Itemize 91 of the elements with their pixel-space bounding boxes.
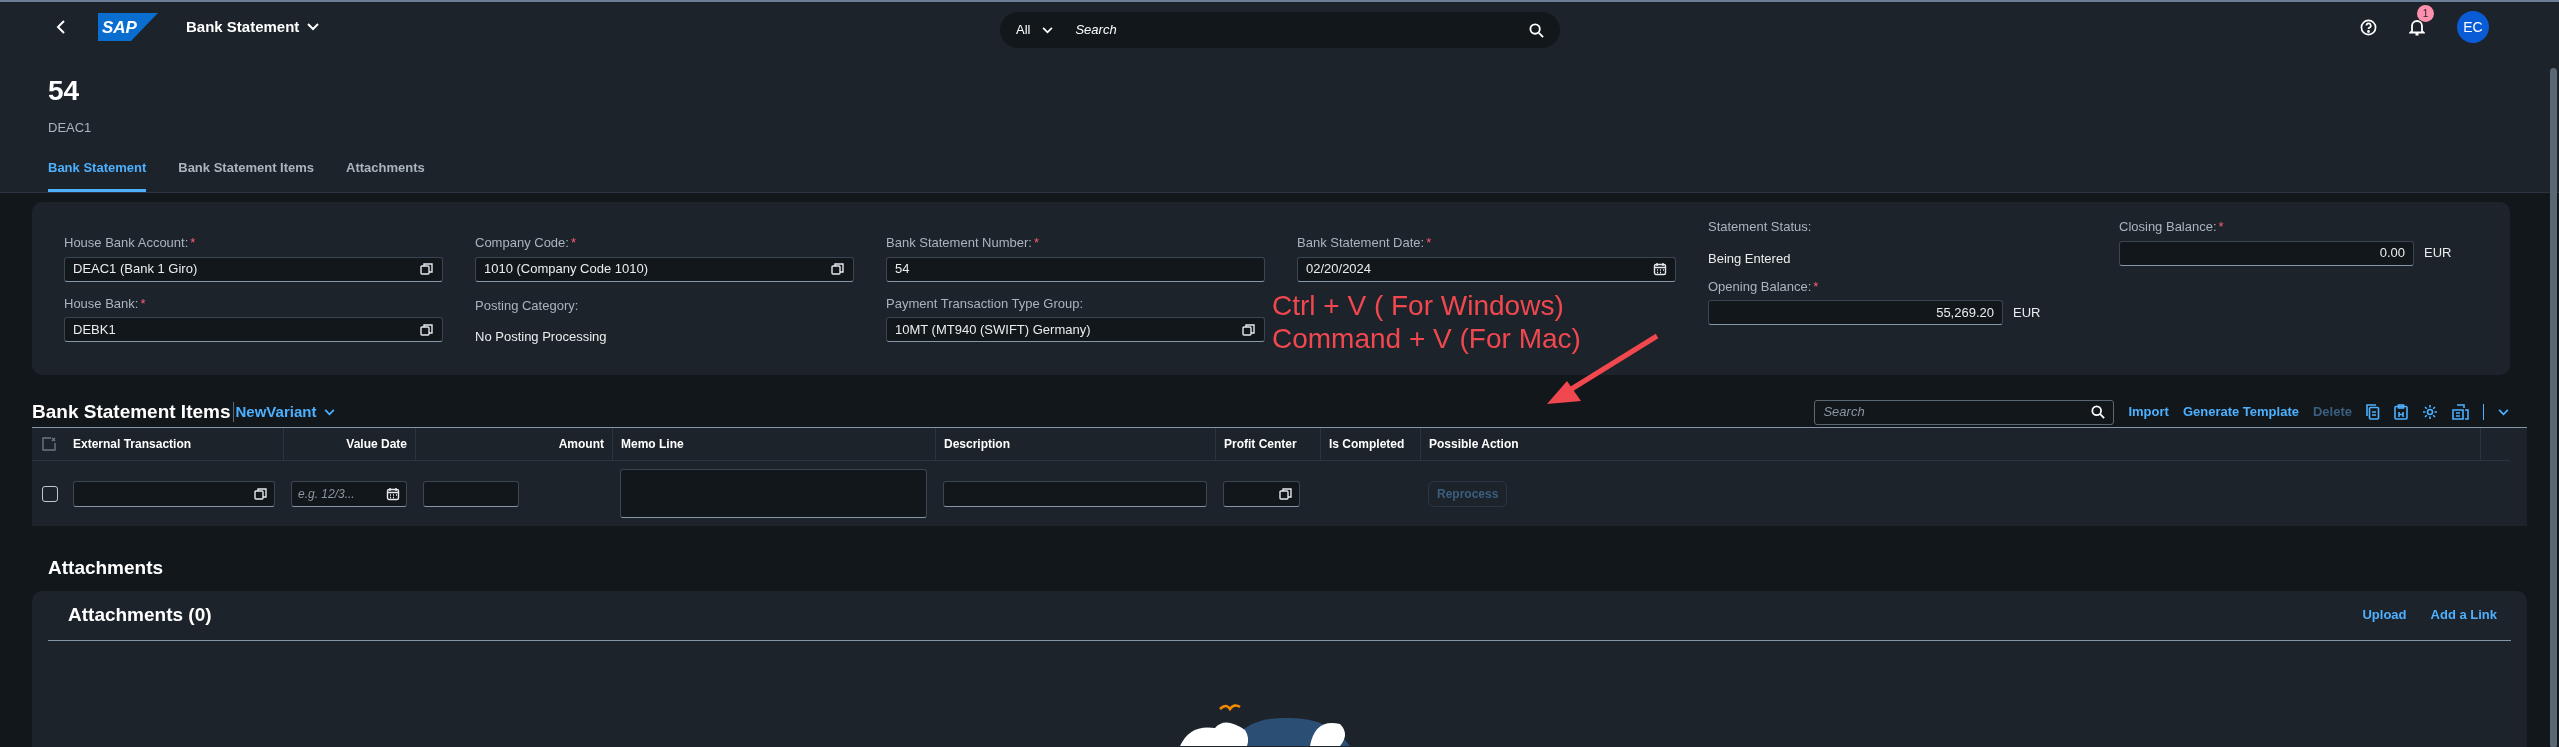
section-title: Attachments: [48, 556, 165, 580]
annotation-text: Ctrl + V ( For Windows): [1272, 289, 1565, 322]
text-area[interactable]: [620, 469, 927, 518]
scrollbar-thumb[interactable]: [2550, 68, 2557, 747]
copy-icon[interactable]: [2366, 404, 2380, 420]
required-mark: *: [1033, 234, 1040, 252]
amount-input-field[interactable]: 55,269.20: [1708, 300, 2003, 325]
annotation-text: Command + V (For Mac): [1272, 322, 1581, 355]
column-header[interactable]: Memo Line: [621, 435, 684, 453]
field-label: Posting Category:: [475, 296, 579, 315]
paste-icon[interactable]: [2394, 404, 2408, 420]
sap-logo[interactable]: SAP: [98, 13, 158, 41]
calendar-icon[interactable]: [386, 486, 400, 501]
toolbar-button[interactable]: Import: [2128, 402, 2169, 422]
search-icon[interactable]: [1529, 22, 1544, 38]
tab[interactable]: Bank Statement: [48, 157, 147, 192]
search-scope-select[interactable]: All: [1016, 20, 1054, 40]
back-icon[interactable]: [56, 20, 66, 34]
column-header[interactable]: External Transaction: [73, 435, 192, 453]
clear-selection-icon[interactable]: [42, 437, 56, 451]
field-label: Bank Statement Number:: [886, 234, 1032, 252]
panel-title: Attachments (0): [68, 602, 212, 627]
table-search-input[interactable]: Search: [1823, 402, 2092, 422]
value-help-icon[interactable]: [1279, 486, 1293, 501]
export-icon[interactable]: [2452, 404, 2469, 420]
search-icon[interactable]: [2091, 405, 2106, 419]
table-search-field[interactable]: Search: [1814, 399, 2115, 425]
input-field[interactable]: [73, 480, 275, 507]
search-bar[interactable]: All Search: [1000, 12, 1560, 48]
variant-selector[interactable]: NewVariant: [235, 400, 336, 424]
required-mark: *: [570, 234, 576, 252]
input-field[interactable]: 02/20/2024: [1297, 256, 1676, 282]
field-label: House Bank Account:: [64, 234, 189, 252]
app-title-menu[interactable]: Bank Statement: [186, 15, 320, 39]
chevron-down-icon: [324, 408, 336, 416]
link-button[interactable]: Upload: [2362, 605, 2407, 625]
input-field[interactable]: 1010 (Company Code 1010): [475, 256, 854, 282]
notification-bell-icon[interactable]: [2409, 18, 2425, 36]
field-label: House Bank:: [64, 294, 139, 313]
required-mark: *: [140, 294, 146, 313]
input-field[interactable]: [423, 480, 519, 507]
required-mark: *: [1426, 234, 1432, 252]
notification-badge: 1: [2417, 4, 2434, 22]
input-field[interactable]: [1223, 480, 1300, 507]
required-mark: *: [1813, 277, 1819, 296]
input-field[interactable]: 54: [886, 256, 1265, 282]
chevron-down-icon[interactable]: [2498, 408, 2509, 416]
required-mark: *: [2218, 218, 2224, 236]
currency-unit: EUR: [2424, 244, 2452, 263]
field-label: Opening Balance:: [1708, 277, 1812, 296]
field-value: Being Entered: [1708, 249, 1792, 268]
input-field[interactable]: DEAC1 (Bank 1 Giro): [64, 256, 443, 282]
calendar-icon[interactable]: [1653, 262, 1667, 276]
currency-unit: EUR: [2013, 303, 2041, 322]
amount-input-field[interactable]: 0.00: [2119, 240, 2414, 266]
chevron-down-icon: [307, 23, 320, 31]
settings-icon[interactable]: [2422, 404, 2438, 420]
tab[interactable]: Attachments: [346, 157, 425, 192]
field-label: Company Code:: [475, 234, 569, 252]
field-label: Closing Balance:: [2119, 218, 2217, 236]
value-help-icon[interactable]: [420, 262, 434, 276]
field-label: Payment Transaction Type Group:: [886, 294, 1084, 313]
object-title: 54: [48, 74, 81, 108]
input-field[interactable]: [943, 480, 1207, 507]
search-input[interactable]: Search: [1075, 20, 1529, 40]
column-header[interactable]: Profit Center: [1224, 435, 1297, 453]
field-label: Bank Statement Date:: [1297, 234, 1425, 252]
value-help-icon[interactable]: [831, 262, 845, 276]
toolbar-button[interactable]: Generate Template: [2182, 402, 2299, 422]
field-label: Statement Status:: [1708, 218, 1812, 236]
user-avatar[interactable]: EC: [2457, 11, 2489, 43]
column-header[interactable]: Possible Action: [1429, 435, 1519, 453]
row-checkbox[interactable]: [42, 485, 58, 502]
date-field[interactable]: e.g. 12/3...: [291, 480, 407, 507]
input-field[interactable]: 10MT (MT940 (SWIFT) Germany): [886, 317, 1265, 342]
value-help-icon[interactable]: [420, 322, 434, 337]
object-subtitle: DEAC1: [48, 119, 93, 137]
link-button[interactable]: Add a Link: [2430, 605, 2497, 625]
column-header[interactable]: Description: [944, 435, 1010, 453]
help-icon[interactable]: [2360, 18, 2377, 36]
column-header[interactable]: Amount: [558, 435, 604, 453]
field-value: No Posting Processing: [475, 328, 608, 346]
chevron-down-icon: [1042, 26, 1054, 34]
section-title: Bank Statement Items: [32, 399, 231, 424]
required-mark: *: [190, 234, 196, 252]
value-help-icon[interactable]: [254, 486, 268, 501]
column-header[interactable]: Value Date: [346, 435, 407, 453]
tab[interactable]: Bank Statement Items: [178, 157, 315, 192]
column-header[interactable]: Is Completed: [1329, 435, 1405, 453]
input-field[interactable]: DEBK1: [64, 317, 443, 342]
value-help-icon[interactable]: [1242, 322, 1256, 337]
